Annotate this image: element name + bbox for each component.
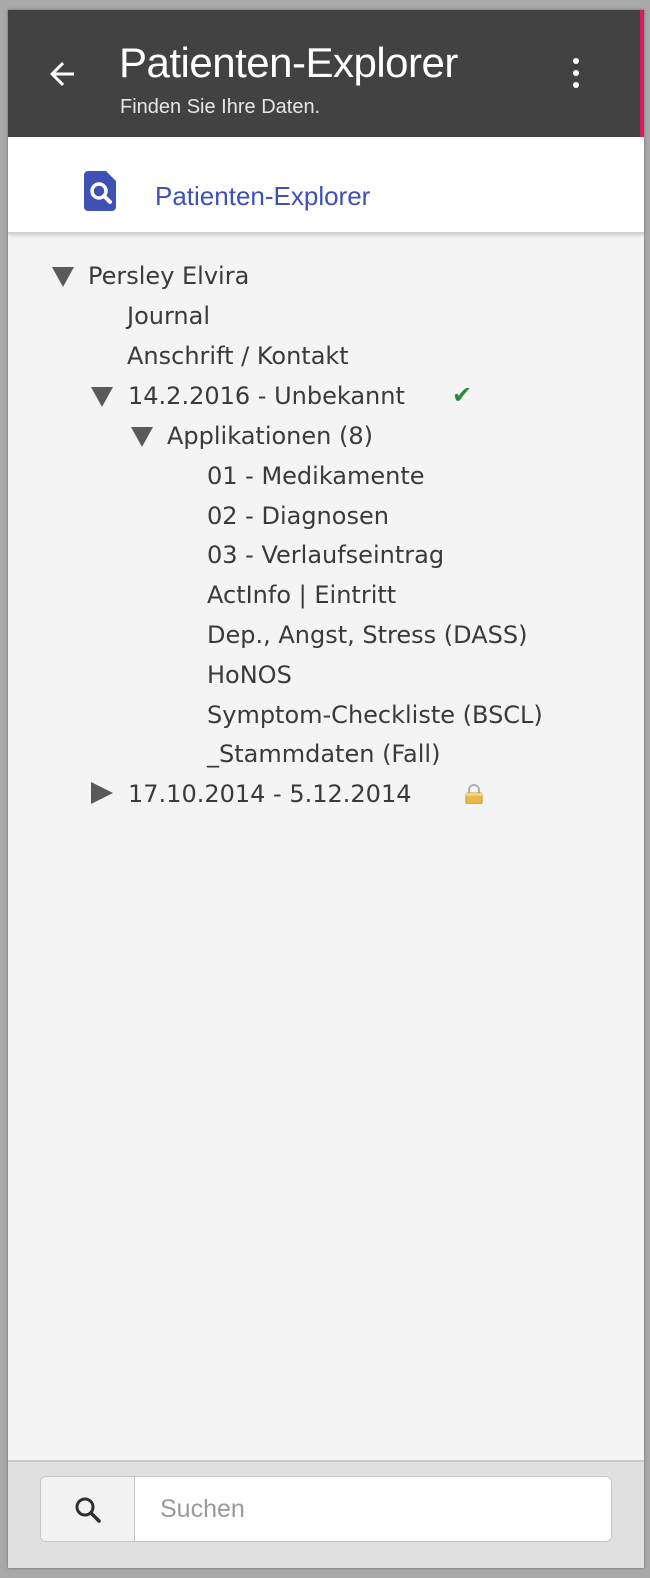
page-title: Patienten-Explorer [119, 39, 458, 86]
checkmark-icon: ✔ [452, 382, 473, 409]
tree-node-app[interactable]: 02 - Diagnosen [207, 502, 389, 530]
search-bar [8, 1460, 644, 1568]
patient-explorer-window: Patienten-Explorer Finden Sie Ihre Daten… [8, 10, 644, 1568]
tree-node-app[interactable]: Dep., Angst, Stress (DASS) [207, 621, 527, 649]
search-input[interactable] [135, 1477, 605, 1541]
tree-node-app[interactable]: HoNOS [207, 661, 292, 689]
nav-header[interactable]: Patienten-Explorer [8, 137, 644, 234]
tree-node-app[interactable]: 03 - Verlaufseintrag [207, 541, 444, 569]
expanded-triangle-icon[interactable] [131, 427, 153, 447]
nav-label: Patienten-Explorer [155, 181, 371, 211]
search-icon [75, 1497, 101, 1523]
accent-strip [640, 10, 644, 137]
tree-node-app[interactable]: Symptom-Checkliste (BSCL) [207, 701, 543, 729]
more-menu-button[interactable] [562, 54, 590, 92]
collapsed-triangle-icon[interactable] [91, 782, 113, 804]
search-button[interactable] [41, 1477, 135, 1541]
tree-node-case-2016[interactable]: 14.2.2016 - Unbekannt [128, 382, 405, 410]
tree-node-journal[interactable]: Journal [127, 302, 210, 330]
app-bar: Patienten-Explorer Finden Sie Ihre Daten… [8, 10, 644, 137]
tree-node-applications[interactable]: Applikationen (8) [167, 422, 373, 450]
lock-icon [465, 784, 483, 804]
tree-node-app[interactable]: ActInfo | Eintritt [207, 581, 396, 609]
tree-node-app[interactable]: 01 - Medikamente [207, 462, 425, 490]
tree-node-address[interactable]: Anschrift / Kontakt [127, 342, 349, 370]
expanded-triangle-icon[interactable] [91, 387, 113, 407]
tree-node-patient[interactable]: Persley Elvira [88, 262, 249, 290]
document-search-icon [84, 171, 116, 211]
page-subtitle: Finden Sie Ihre Daten. [120, 96, 321, 118]
tree-node-app[interactable]: _Stammdaten (Fall) [207, 740, 440, 768]
arrow-left-icon [50, 62, 74, 86]
back-button[interactable] [44, 56, 80, 92]
more-vertical-icon [573, 58, 579, 64]
expanded-triangle-icon[interactable] [52, 267, 74, 287]
search-group [40, 1476, 612, 1542]
tree-node-case-2014[interactable]: 17.10.2014 - 5.12.2014 [128, 780, 411, 808]
